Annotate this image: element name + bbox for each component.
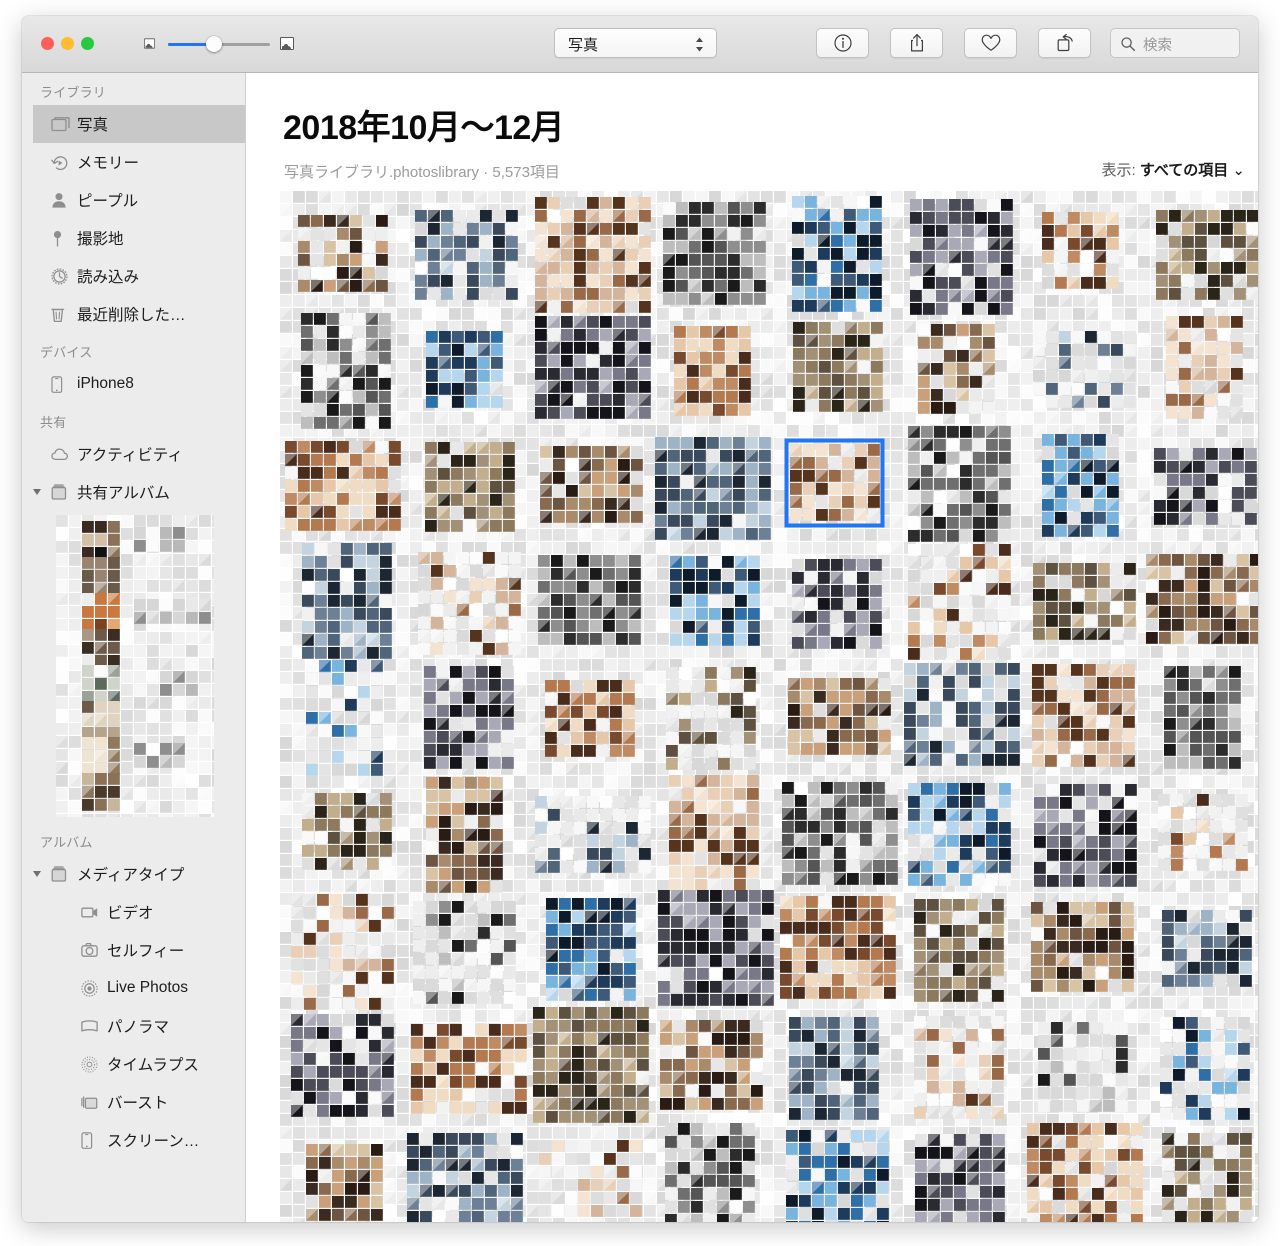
sidebar-item-label: メモリー (77, 155, 140, 172)
sidebar-item-item4[interactable]: パノラマ (33, 1007, 245, 1045)
live-photos-icon (81, 979, 107, 997)
sidebar-item-label: iPhone8 (77, 375, 134, 392)
iphone-icon (81, 1131, 107, 1149)
display-filter-label: 表示: (1101, 162, 1136, 179)
page-title: 2018年10月〜12月 (283, 109, 565, 147)
camera-icon (81, 942, 107, 959)
sidebar-item-label: ピープル (77, 193, 139, 210)
memories-icon (51, 154, 77, 171)
photo-grid-canvas[interactable] (280, 191, 1258, 1222)
window-titlebar: 写真 検索 (22, 16, 1258, 73)
large-thumbnail-icon (280, 37, 294, 50)
main-content: 2018年10月〜12月 写真ライブラリ.photoslibrary · 5,5… (247, 73, 1258, 1222)
view-mode-label: 写真 (568, 37, 599, 54)
sidebar-item-item1[interactable]: 共有アルバム (33, 473, 245, 511)
sidebar-item-item2[interactable]: セルフィー (33, 931, 245, 969)
chevron-down-icon: ⌄ (1232, 162, 1245, 179)
share-icon (910, 34, 923, 52)
sidebar-item-label: ビデオ (107, 905, 154, 922)
sidebar-item-item5[interactable]: タイムラプス (33, 1045, 245, 1083)
library-subtitle: 写真ライブラリ.photoslibrary · 5,573項目 (284, 164, 560, 181)
sidebar-item-label: 読み込み (77, 269, 140, 286)
person-icon (51, 192, 77, 209)
share-button[interactable] (890, 28, 943, 58)
view-mode-popup[interactable]: 写真 (554, 28, 717, 58)
chevron-down-icon[interactable] (33, 489, 41, 495)
sidebar-item-label: パノラマ (107, 1019, 170, 1036)
photo-grid[interactable] (280, 191, 1258, 1222)
small-thumbnail-icon (144, 38, 155, 49)
photos-stack-icon (51, 116, 77, 133)
search-icon (1121, 37, 1136, 52)
sidebar-item-label: バースト (107, 1095, 169, 1112)
sidebar-section-header: ライブラリ (40, 85, 107, 100)
video-icon (81, 904, 107, 921)
favorite-button[interactable] (964, 28, 1017, 58)
sidebar-item-label: 写真 (77, 117, 109, 134)
sidebar-item-item0[interactable]: アクティビティ (33, 435, 245, 473)
burst-icon (81, 1094, 107, 1111)
sidebar-item-label: 最近削除した… (77, 307, 186, 324)
sidebar-item-item6[interactable]: バースト (33, 1083, 245, 1121)
shared-album-thumbnail-list[interactable] (56, 515, 214, 817)
sidebar-item-item0[interactable]: メディアタイプ (33, 855, 245, 893)
chevron-updown-icon (696, 37, 703, 52)
sidebar-item-item7[interactable]: スクリーン… (33, 1121, 245, 1159)
sidebar-item-label: Live Photos (107, 979, 188, 996)
sidebar-item-label: メディアタイプ (77, 867, 185, 884)
timelapse-icon (81, 1055, 107, 1073)
rotate-icon (1057, 33, 1073, 52)
display-filter-value: すべての項目 (1139, 162, 1229, 179)
album-icon (51, 865, 77, 883)
album-icon (51, 483, 77, 501)
sidebar-item-LivePhotos[interactable]: Live Photos (33, 969, 245, 1007)
sidebar-item-iPhone8[interactable]: iPhone8 (33, 365, 245, 403)
info-icon (833, 34, 852, 52)
close-button[interactable] (41, 37, 54, 50)
rotate-button[interactable] (1038, 28, 1091, 58)
clock-icon (51, 267, 77, 285)
sidebar-item-item1[interactable]: ビデオ (33, 893, 245, 931)
sidebar-item-item3[interactable]: 撮影地 (33, 219, 245, 257)
cloud-icon (51, 446, 77, 463)
panorama-icon (81, 1018, 107, 1035)
display-filter-popup[interactable]: 表示: すべての項目 ⌄ (1102, 159, 1245, 180)
trash-icon (51, 306, 77, 323)
heart-icon (981, 34, 1000, 51)
sidebar-section-header: アルバム (40, 835, 93, 850)
sidebar-item-label: 共有アルバム (77, 485, 170, 502)
sidebar-section-header: 共有 (40, 415, 67, 430)
sidebar-item-label: セルフィー (107, 943, 185, 960)
sidebar-item-item4[interactable]: 読み込み (33, 257, 245, 295)
sidebar-item-label: タイムラプス (107, 1057, 199, 1074)
sidebar-section-header: デバイス (40, 345, 93, 360)
slider-knob[interactable] (206, 36, 222, 52)
map-pin-icon (51, 230, 77, 247)
info-button[interactable] (816, 28, 869, 58)
photos-window: 写真 検索 ライブラリ 写真 メモリー ピープル 撮影地 読み込み 最近削除した… (22, 16, 1258, 1222)
sidebar-item-item1[interactable]: メモリー (33, 143, 245, 181)
search-input[interactable]: 検索 (1110, 28, 1240, 58)
maximize-button[interactable] (81, 37, 94, 50)
sidebar-item-item5[interactable]: 最近削除した… (33, 295, 245, 333)
sidebar-item-label: アクティビティ (77, 447, 183, 464)
sidebar-item-item2[interactable]: ピープル (33, 181, 245, 219)
sidebar[interactable]: ライブラリ写真メモリーピープル撮影地読み込み最近削除した… デバイス iPhone8… (22, 73, 246, 1222)
chevron-down-icon[interactable] (33, 871, 41, 877)
minimize-button[interactable] (61, 37, 74, 50)
thumbnail-size-slider[interactable] (144, 33, 294, 55)
sidebar-item-label: 撮影地 (77, 231, 124, 248)
iphone-icon (51, 375, 77, 393)
search-placeholder: 検索 (1143, 38, 1172, 54)
sidebar-item-item0[interactable]: 写真 (33, 105, 245, 143)
sidebar-item-label: スクリーン… (107, 1133, 200, 1150)
